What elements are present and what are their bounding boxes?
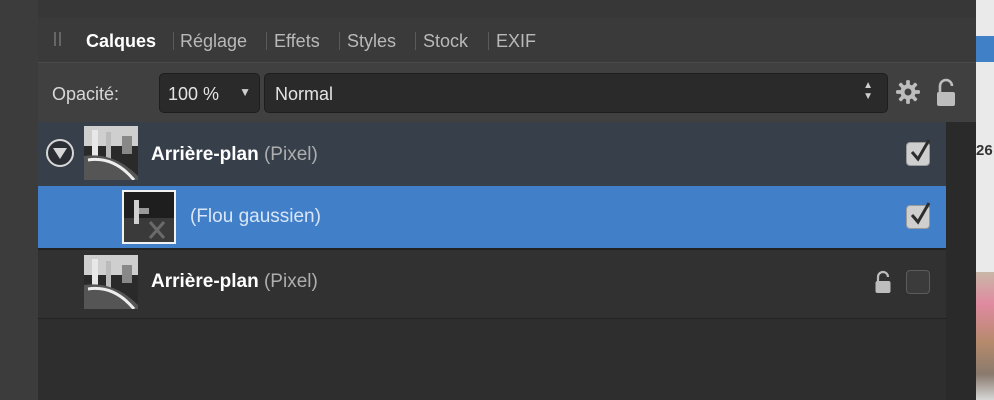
canvas-edge-text: 26 bbox=[976, 142, 993, 159]
visibility-checkbox[interactable] bbox=[906, 139, 931, 166]
layer-thumbnail[interactable] bbox=[84, 255, 138, 309]
tab-separator bbox=[488, 32, 489, 50]
panel-tab-bar: Calques Réglage Effets Styles Stock EXIF bbox=[38, 18, 976, 62]
canvas-edge-image bbox=[976, 272, 994, 400]
tab-separator bbox=[173, 32, 174, 50]
layer-name: Arrière-plan (Pixel) bbox=[151, 144, 318, 166]
canvas-edge: 26 bbox=[976, 0, 994, 400]
canvas-edge-blue-block bbox=[976, 36, 994, 62]
tab-effets[interactable]: Effets bbox=[274, 31, 320, 52]
left-tool-strip bbox=[0, 0, 38, 400]
gear-icon[interactable] bbox=[895, 79, 921, 105]
layer-thumbnail[interactable] bbox=[84, 126, 138, 180]
layer-title: Arrière-plan bbox=[151, 271, 259, 292]
effect-name: (Flou gaussien) bbox=[190, 206, 321, 227]
layer-title: Arrière-plan bbox=[151, 144, 259, 165]
layer-row[interactable]: Arrière-plan (Pixel) bbox=[38, 248, 946, 319]
layer-type: (Pixel) bbox=[263, 271, 318, 292]
blend-mode-value: Normal bbox=[275, 84, 334, 104]
layer-row-selected[interactable]: (Flou gaussien) bbox=[38, 186, 946, 248]
layers-list: Arrière-plan (Pixel) (Flou gaussien) Arr… bbox=[38, 122, 946, 400]
opacity-value: 100 % bbox=[168, 84, 220, 104]
layers-panel: Calques Réglage Effets Styles Stock EXIF… bbox=[38, 18, 976, 400]
lock-icon[interactable] bbox=[874, 270, 892, 294]
visibility-checkbox[interactable] bbox=[906, 202, 931, 229]
tab-calques[interactable]: Calques bbox=[86, 31, 156, 52]
tab-styles[interactable]: Styles bbox=[347, 31, 396, 52]
layer-type: (Pixel) bbox=[263, 144, 318, 165]
tab-separator bbox=[266, 32, 267, 50]
opacity-select[interactable]: 100 % ▼ bbox=[159, 73, 260, 113]
lock-icon[interactable] bbox=[935, 78, 957, 108]
chevron-down-icon: ▼ bbox=[239, 85, 251, 99]
effect-thumbnail[interactable] bbox=[122, 190, 176, 244]
blend-mode-select[interactable]: Normal ▲ ▼ bbox=[264, 73, 888, 113]
visibility-checkbox[interactable] bbox=[906, 270, 930, 294]
tab-exif[interactable]: EXIF bbox=[496, 31, 536, 52]
tab-separator bbox=[415, 32, 416, 50]
scrollbar-track[interactable] bbox=[946, 122, 976, 400]
layer-toolbar: Opacité: 100 % ▼ Normal ▲ ▼ bbox=[38, 62, 976, 123]
tab-stock[interactable]: Stock bbox=[423, 31, 468, 52]
top-bar bbox=[38, 0, 976, 19]
expand-toggle-icon[interactable] bbox=[46, 139, 74, 167]
layer-row[interactable]: Arrière-plan (Pixel) bbox=[38, 122, 946, 186]
tab-separator bbox=[339, 32, 340, 50]
drag-grip-icon[interactable] bbox=[54, 32, 62, 46]
tab-reglage[interactable]: Réglage bbox=[180, 31, 247, 52]
opacity-label: Opacité: bbox=[52, 84, 120, 104]
layer-name: Arrière-plan (Pixel) bbox=[151, 271, 318, 293]
up-down-arrows-icon: ▲ ▼ bbox=[863, 80, 873, 102]
